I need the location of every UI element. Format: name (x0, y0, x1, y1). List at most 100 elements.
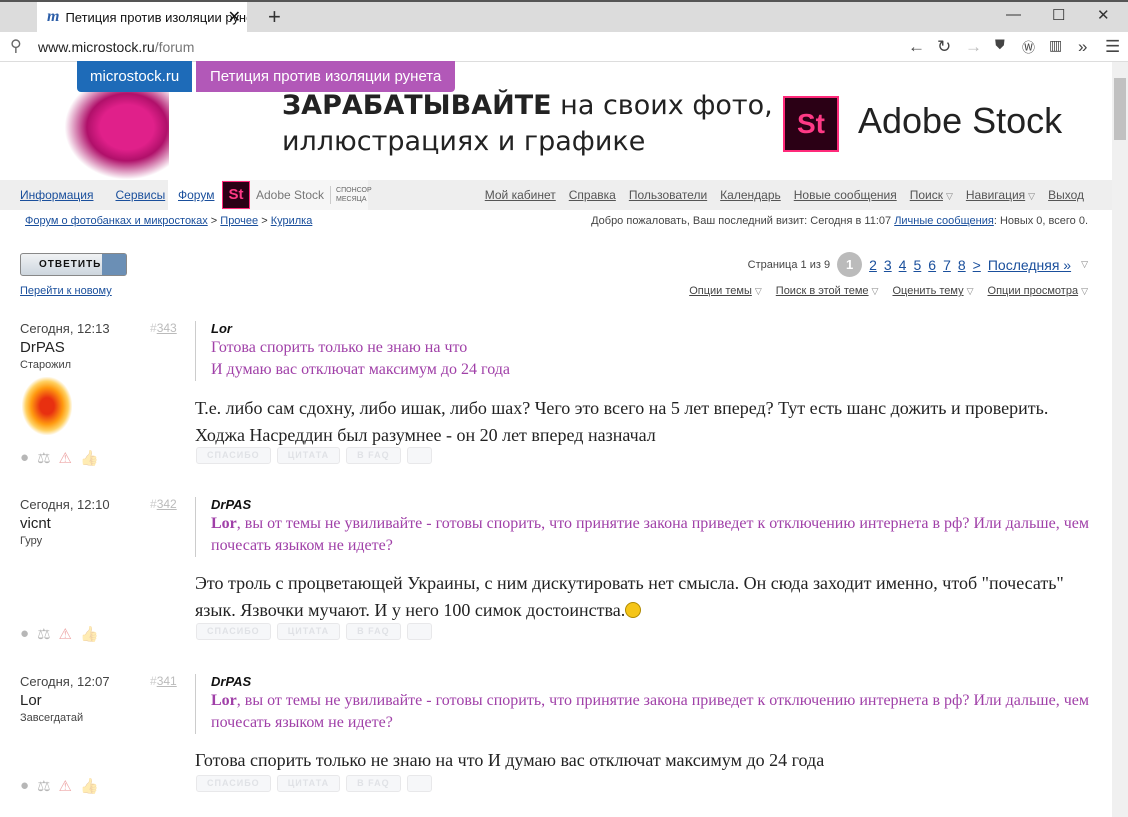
avatar[interactable] (22, 377, 72, 435)
crumb-forum[interactable]: Форум о фотобанках и микростоках (25, 215, 208, 227)
nav-forum-active[interactable]: Форум (168, 180, 222, 210)
multiquote-button[interactable] (406, 447, 433, 464)
banner-slogan[interactable]: ЗАРАБАТЫВАЙТЕ на своих фото, иллюстрациях… (282, 88, 773, 160)
new-tab-button[interactable]: + (268, 4, 281, 30)
post-date: Сегодня, 12:13 (20, 321, 110, 336)
pm-link[interactable]: Личные сообщения (894, 215, 994, 227)
page-link[interactable]: 6 (928, 257, 936, 273)
post-number[interactable]: #341 (150, 674, 177, 688)
multiquote-button[interactable] (406, 623, 433, 640)
post-date: Сегодня, 12:10 (20, 497, 110, 512)
extension-w-icon[interactable]: Ⓦ (1022, 37, 1035, 56)
page-link[interactable]: 4 (899, 257, 907, 273)
post-username[interactable]: vicnt (20, 515, 51, 532)
scales-icon[interactable]: ⚖ (37, 625, 50, 643)
nav-info[interactable]: Информация (20, 188, 93, 202)
thumbs-up-icon[interactable]: 👍 (80, 449, 99, 467)
rate-thread-menu[interactable]: Оценить тему (892, 285, 963, 297)
quote-button[interactable]: ЦИТАТА (276, 623, 341, 640)
report-icon[interactable]: ⚠ (59, 625, 72, 643)
nav-navigation[interactable]: Навигация (966, 188, 1025, 202)
scrollbar[interactable] (1112, 62, 1128, 817)
thanks-button[interactable]: СПАСИБО (196, 447, 271, 464)
nav-users[interactable]: Пользователи (629, 188, 707, 202)
breadcrumb: Форум о фотобанках и микростоках > Проче… (25, 215, 313, 227)
scrollbar-thumb[interactable] (1114, 78, 1126, 140)
post-number[interactable]: #343 (150, 321, 177, 335)
dropdown-icon[interactable]: ▽ (1028, 191, 1035, 201)
nav-help[interactable]: Справка (569, 188, 616, 202)
nav-forum[interactable]: Форум (178, 188, 214, 202)
crumb-other[interactable]: Прочее (220, 215, 258, 227)
back-icon[interactable]: ← (908, 37, 925, 57)
site-badge[interactable]: microstock.ru (77, 61, 193, 92)
thanks-button[interactable]: СПАСИБО (196, 775, 271, 792)
page-link[interactable]: 5 (913, 257, 921, 273)
dropdown-icon[interactable]: ▽ (946, 191, 953, 201)
overflow-icon[interactable]: » (1078, 37, 1087, 57)
nav-logout[interactable]: Выход (1048, 188, 1084, 202)
thumbs-up-icon[interactable]: 👍 (80, 625, 99, 643)
quote-author: DrPAS (211, 674, 252, 689)
post-rank: Гуру (20, 535, 43, 547)
faq-button[interactable]: В FAQ (346, 447, 401, 464)
post-username[interactable]: DrPAS (20, 339, 65, 356)
adobe-stock-logo[interactable]: St (783, 96, 839, 152)
page-last[interactable]: Последняя » (988, 257, 1071, 273)
dropdown-icon[interactable]: ▽ (755, 286, 762, 296)
faq-button[interactable]: В FAQ (346, 775, 401, 792)
faq-button[interactable]: В FAQ (346, 623, 401, 640)
address-bar[interactable]: ⚲ www.microstock.ru/forum ← ↻ → ⛊ Ⓦ ▥ » … (0, 32, 1128, 62)
nav-calendar[interactable]: Календарь (720, 188, 781, 202)
page-link[interactable]: 2 (869, 257, 877, 273)
crumb-smoking[interactable]: Курилка (271, 215, 313, 227)
page-link[interactable]: 7 (943, 257, 951, 273)
page-link[interactable]: 8 (958, 257, 966, 273)
post-number[interactable]: #342 (150, 497, 177, 511)
post-username[interactable]: Lor (20, 692, 42, 709)
dropdown-icon[interactable]: ▽ (967, 286, 974, 296)
site-favicon-icon: m (47, 8, 60, 25)
scales-icon[interactable]: ⚖ (37, 777, 50, 795)
report-icon[interactable]: ⚠ (59, 777, 72, 795)
nav-cabinet[interactable]: Мой кабинет (485, 188, 556, 202)
maximize-button[interactable]: ☐ (1052, 6, 1065, 24)
close-window-button[interactable]: ✕ (1097, 6, 1110, 24)
ublock-icon[interactable]: ⛊ (995, 37, 1005, 53)
thumbs-up-icon[interactable]: 👍 (80, 777, 99, 795)
reader-view-icon[interactable]: ▥ (1049, 37, 1062, 54)
search-thread-menu[interactable]: Поиск в этой теме (776, 285, 869, 297)
quote-button[interactable]: ЦИТАТА (276, 447, 341, 464)
nav-new-posts[interactable]: Новые сообщения (794, 188, 897, 202)
go-to-new-link[interactable]: Перейти к новому (20, 285, 112, 297)
nav-services[interactable]: Сервисы (115, 188, 165, 202)
sponsor[interactable]: St Adobe Stock СПОНСОР МЕСЯЦА (222, 180, 372, 210)
url-input[interactable]: www.microstock.ru/forum (38, 39, 194, 55)
dropdown-icon[interactable]: ▽ (1081, 259, 1088, 270)
reply-button[interactable]: ОТВЕТИТЬ (20, 253, 127, 276)
reply-button-icon (102, 254, 126, 275)
quote-line: Готова спорить только не знаю на что (211, 339, 468, 356)
post-text: Готова спорить только не знаю на что И д… (195, 750, 825, 770)
quote-button[interactable]: ЦИТАТА (276, 775, 341, 792)
adobe-stock-name[interactable]: Adobe Stock (858, 100, 1062, 142)
browser-tab[interactable]: m Петиция против изоляции рунета ✕ (37, 2, 247, 32)
page-link[interactable]: 3 (884, 257, 892, 273)
dropdown-icon[interactable]: ▽ (872, 286, 879, 296)
sponsor-logo: St (222, 181, 250, 209)
page-next[interactable]: > (973, 257, 981, 273)
thanks-button[interactable]: СПАСИБО (196, 623, 271, 640)
scales-icon[interactable]: ⚖ (37, 449, 50, 467)
minimize-button[interactable]: — (1006, 6, 1021, 23)
report-icon[interactable]: ⚠ (59, 449, 72, 467)
reload-icon[interactable]: ↻ (937, 37, 951, 57)
nav-search[interactable]: Поиск (910, 188, 943, 202)
thread-options-menu[interactable]: Опции темы (689, 285, 752, 297)
forward-icon[interactable]: → (965, 37, 982, 57)
multiquote-button[interactable] (406, 775, 433, 792)
view-options-menu[interactable]: Опции просмотра (988, 285, 1079, 297)
dropdown-icon[interactable]: ▽ (1081, 286, 1088, 296)
menu-icon[interactable]: ☰ (1105, 37, 1120, 57)
close-tab-icon[interactable]: ✕ (228, 7, 241, 27)
quote-text: Lor, вы от темы не увиливайте - готовы с… (211, 515, 1089, 554)
